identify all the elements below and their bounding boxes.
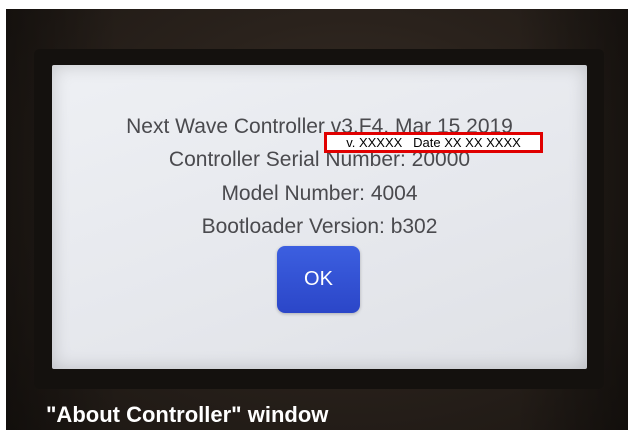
bootloader-version-text: Bootloader Version: b302 <box>201 215 438 238</box>
caption-label: "About Controller" window <box>46 402 329 427</box>
about-controller-window: Next Wave Controller v3.F4, Mar 15 2019 … <box>52 65 587 369</box>
device-photo: Next Wave Controller v3.F4, Mar 15 2019 … <box>6 9 628 430</box>
redaction-overlay: v. XXXXX Date XX XX XXXX <box>324 132 543 153</box>
model-number-text: Model Number: 4004 <box>221 182 418 205</box>
ok-button[interactable]: OK <box>277 246 360 313</box>
